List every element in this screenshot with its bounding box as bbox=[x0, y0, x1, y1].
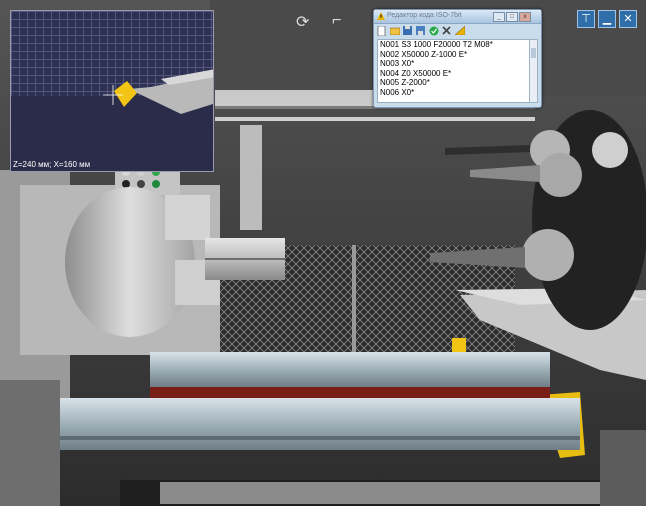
editor-titlebar[interactable]: Редактор кода ISO-7bit _ □ x bbox=[374, 10, 541, 24]
code-line[interactable]: N001 S3 1000 F20000 T2 M08* bbox=[378, 40, 530, 50]
minimize-button[interactable]: ⊤ bbox=[577, 10, 595, 28]
code-line[interactable]: N003 X0* bbox=[378, 59, 530, 69]
editor-close-button[interactable]: x bbox=[519, 12, 531, 22]
code-line[interactable]: N002 X50000 Z-1000 E* bbox=[378, 50, 530, 60]
close-button[interactable]: ✕ bbox=[619, 10, 637, 28]
code-editor-window[interactable]: Редактор кода ISO-7bit _ □ x N001 S3 100… bbox=[373, 9, 542, 108]
code-line[interactable]: N006 X0* bbox=[378, 88, 530, 98]
scrollbar-thumb[interactable] bbox=[531, 48, 536, 58]
code-line[interactable]: N005 Z-2000* bbox=[378, 78, 530, 88]
editor-minimize-button[interactable]: _ bbox=[493, 12, 505, 22]
coordinates-readout: Z=240 мм; X=160 мм bbox=[13, 160, 91, 169]
save-as-icon[interactable] bbox=[415, 25, 426, 36]
ruler-icon[interactable] bbox=[454, 25, 465, 36]
editor-toolbar bbox=[376, 25, 539, 37]
toolpath-preview: Z=240 мм; X=160 мм bbox=[10, 10, 214, 172]
preview-tool-icon bbox=[103, 69, 213, 114]
code-line[interactable]: N004 Z0 X50000 E* bbox=[378, 69, 530, 79]
warning-icon bbox=[377, 12, 385, 20]
open-folder-icon[interactable] bbox=[389, 25, 400, 36]
delete-icon[interactable] bbox=[441, 25, 452, 36]
editor-scrollbar[interactable] bbox=[529, 39, 538, 103]
rotate-view-icon[interactable]: ⟳ bbox=[296, 12, 309, 32]
restore-button[interactable]: ▁ bbox=[598, 10, 616, 28]
new-doc-icon[interactable] bbox=[376, 25, 387, 36]
editor-title: Редактор кода ISO-7bit bbox=[387, 12, 462, 19]
code-text-area[interactable]: N001 S3 1000 F20000 T2 M08* N002 X50000 … bbox=[377, 39, 531, 103]
editor-maximize-button[interactable]: □ bbox=[506, 12, 518, 22]
check-icon[interactable] bbox=[428, 25, 439, 36]
coolant-tap-icon[interactable]: ⌐ bbox=[332, 12, 341, 30]
save-icon[interactable] bbox=[402, 25, 413, 36]
